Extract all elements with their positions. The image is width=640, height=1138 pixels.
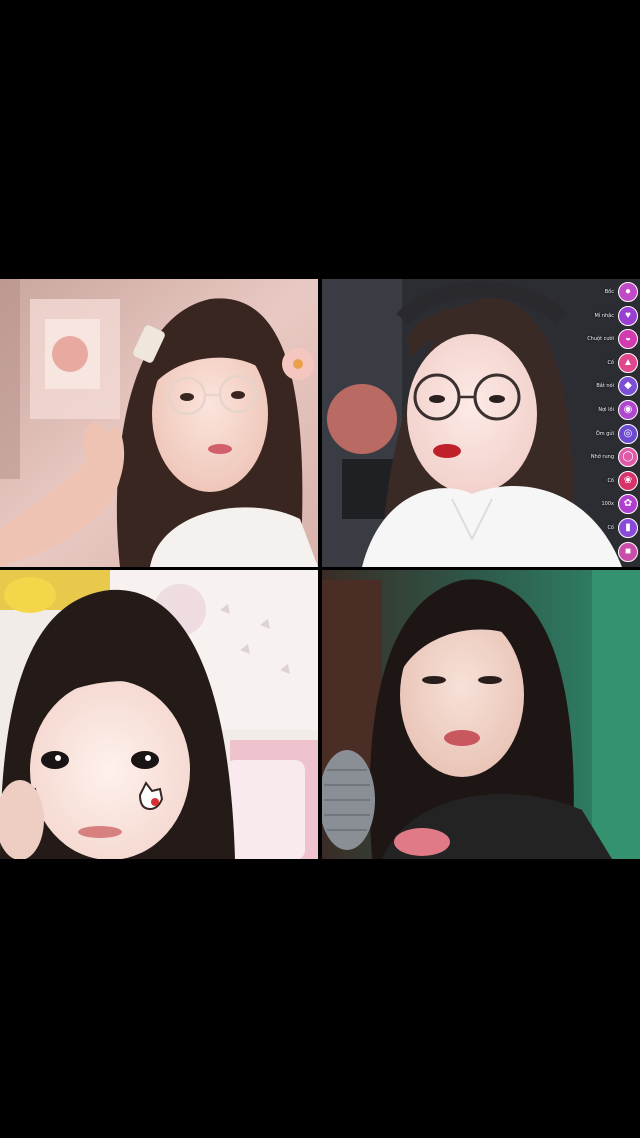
gift-item-label: Bốc [604, 289, 614, 295]
puppy-gift-icon[interactable]: ◉ [618, 400, 638, 420]
dog-gift-icon[interactable]: ◆ [618, 376, 638, 397]
gift-item-label: Cố [607, 477, 614, 484]
lips-gift-icon[interactable]: ◒ [618, 329, 638, 350]
gift-item-label: 100x [601, 501, 614, 508]
bear-gift-icon[interactable]: ● [618, 282, 638, 302]
live-guest-grid: Bốc ● Mỉ nhậc ♥ Chuột cười ◒ Cố ▲ Bắt nói ◆ Nợi lồ… [0, 279, 640, 859]
guest-video-tile-2[interactable]: Bốc ● Mỉ nhậc ♥ Chuột cười ◒ Cố ▲ Bắt nói ◆ Nợi lồ… [322, 279, 640, 567]
heart-gift-icon[interactable]: ♥ [618, 305, 638, 326]
gift-item[interactable]: 100x ✿ [568, 493, 638, 515]
gift-item-label: Mỉ nhậc [594, 312, 614, 319]
gift-item[interactable]: Ôm gửi ◎ [568, 423, 638, 445]
gift-item-label: Cố [607, 359, 614, 366]
gift-item-label: Bắt nói [596, 383, 614, 390]
rose-gift-icon[interactable]: ❀ [618, 470, 638, 491]
gift-item[interactable]: ■ [568, 541, 638, 563]
guest-4-video-frame [322, 570, 640, 859]
guest-video-tile-3[interactable] [0, 570, 318, 859]
gift-item[interactable]: Bắt nói ◆ [568, 375, 638, 397]
bottle-gift-icon[interactable]: ▮ [618, 518, 638, 538]
gift-item[interactable]: Bốc ● [568, 281, 638, 303]
gift-item[interactable]: Cố ▮ [568, 517, 638, 539]
gift-item[interactable]: Mỉ nhậc ♥ [568, 305, 638, 327]
gift-item-label: Nhớ rung [590, 454, 614, 461]
bouquet-gift-icon[interactable]: ✿ [618, 494, 638, 515]
gift-item-label: Nợi lồi [598, 407, 614, 413]
gift-item-label: Cố [607, 525, 614, 531]
panda-gift-icon[interactable]: ◎ [618, 423, 638, 444]
gift-item[interactable]: Nợi lồi ◉ [568, 399, 638, 421]
gift-item[interactable]: Chuột cười ◒ [568, 328, 638, 350]
gift-item-label: Chuột cười [587, 336, 614, 343]
gift-item[interactable]: Nhớ rung ◯ [568, 446, 638, 468]
gift-item-label: Ôm gửi [595, 430, 614, 437]
cake-gift-icon[interactable]: ▲ [618, 352, 638, 373]
gift-item[interactable]: Cố ▲ [568, 352, 638, 374]
donut-gift-icon[interactable]: ◯ [618, 447, 638, 468]
guest-3-video-frame [0, 570, 318, 859]
gift-box-icon[interactable]: ■ [618, 541, 638, 562]
guest-video-tile-1[interactable] [0, 279, 318, 567]
guest-video-tile-4[interactable] [322, 570, 640, 859]
guest-1-video-frame [0, 279, 318, 567]
gift-item[interactable]: Cố ❀ [568, 470, 638, 492]
gift-menu: Bốc ● Mỉ nhậc ♥ Chuột cười ◒ Cố ▲ Bắt nói ◆ Nợi lồ… [568, 281, 638, 565]
